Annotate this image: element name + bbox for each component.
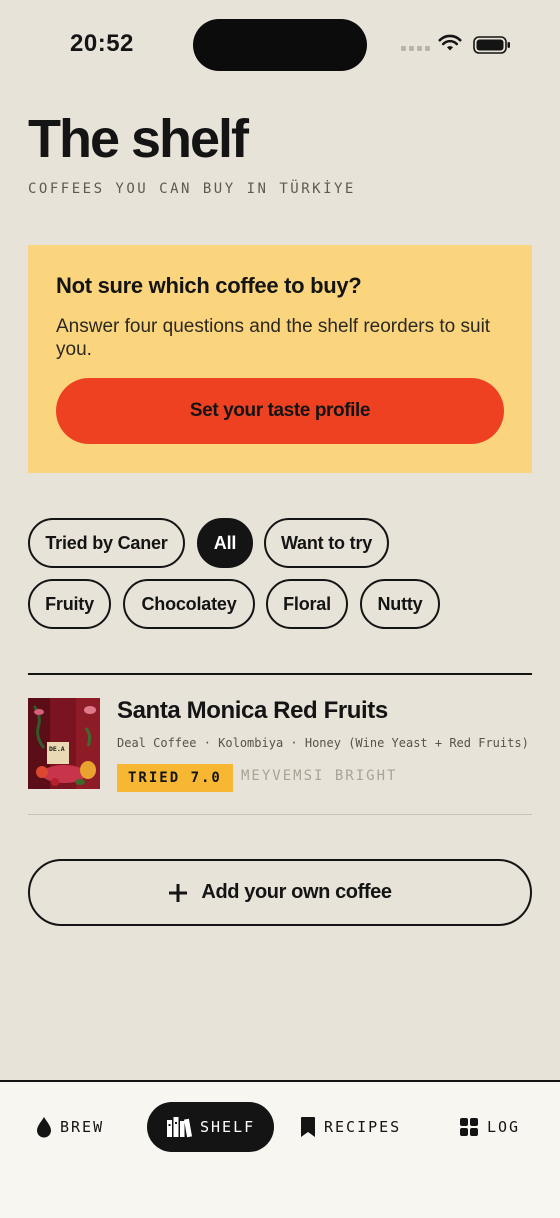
- plus-icon: [169, 883, 188, 902]
- wifi-icon: [438, 34, 462, 51]
- list-item-divider: [28, 814, 532, 815]
- promo-title: Not sure which coffee to buy?: [56, 273, 362, 298]
- taste-profile-promo-card: Not sure which coffee to buy? Answer fou…: [28, 245, 532, 473]
- tab-log[interactable]: LOG: [459, 1102, 520, 1152]
- drop-icon: [37, 1117, 51, 1138]
- battery-icon: [473, 36, 510, 54]
- thumbnail-brand-label: DE.A: [49, 745, 65, 753]
- grid-icon: [460, 1118, 478, 1136]
- tab-brew-label: BREW: [60, 1118, 105, 1136]
- tried-score-badge: TRIED 7.0: [117, 764, 233, 792]
- coffee-meta: Deal Coffee · Kolombiya · Honey (Wine Ye…: [117, 736, 529, 750]
- coffee-thumbnail: DE.A: [28, 698, 100, 789]
- coffee-name: Santa Monica Red Fruits: [117, 697, 388, 724]
- page-subtitle: COFFEES YOU CAN BUY IN TÜRKİYE: [28, 181, 356, 197]
- promo-text: Answer four questions and the shelf reor…: [56, 316, 491, 360]
- flavor-tags: MEYVEMSI BRIGHT: [241, 768, 398, 784]
- add-own-coffee-label: Add your own coffee: [201, 881, 392, 903]
- coffee-list-item[interactable]: DE.A Santa Monica Red Fruits Deal Coffee…: [28, 675, 532, 815]
- filter-chip-chocolatey[interactable]: Chocolatey: [123, 579, 255, 629]
- books-icon: [167, 1117, 192, 1138]
- dynamic-island: [193, 19, 367, 71]
- status-bar: 20:52: [0, 0, 560, 92]
- tab-shelf[interactable]: SHELF: [147, 1102, 275, 1152]
- filter-chip-want-to-try[interactable]: Want to try: [264, 518, 389, 568]
- page-title: The shelf: [28, 109, 249, 169]
- bookmark-icon: [301, 1117, 315, 1137]
- cellular-signal-icon: [401, 46, 430, 51]
- tab-shelf-label: SHELF: [200, 1118, 256, 1136]
- tab-brew[interactable]: BREW: [36, 1102, 104, 1152]
- filter-chip-nutty[interactable]: Nutty: [360, 579, 440, 629]
- status-time: 20:52: [70, 30, 134, 57]
- set-taste-profile-button[interactable]: Set your taste profile: [56, 378, 504, 444]
- add-own-coffee-button[interactable]: Add your own coffee: [28, 859, 532, 926]
- bottom-tab-bar: BREW SHELF RECIPES LOG: [0, 1080, 560, 1218]
- filter-chip-all[interactable]: All: [197, 518, 253, 568]
- tab-log-label: LOG: [487, 1118, 521, 1136]
- filter-chip-floral[interactable]: Floral: [266, 579, 348, 629]
- filter-chip-tried-by-caner[interactable]: Tried by Caner: [28, 518, 185, 568]
- tab-recipes[interactable]: RECIPES: [300, 1102, 401, 1152]
- tab-recipes-label: RECIPES: [324, 1118, 402, 1136]
- filter-chip-fruity[interactable]: Fruity: [28, 579, 111, 629]
